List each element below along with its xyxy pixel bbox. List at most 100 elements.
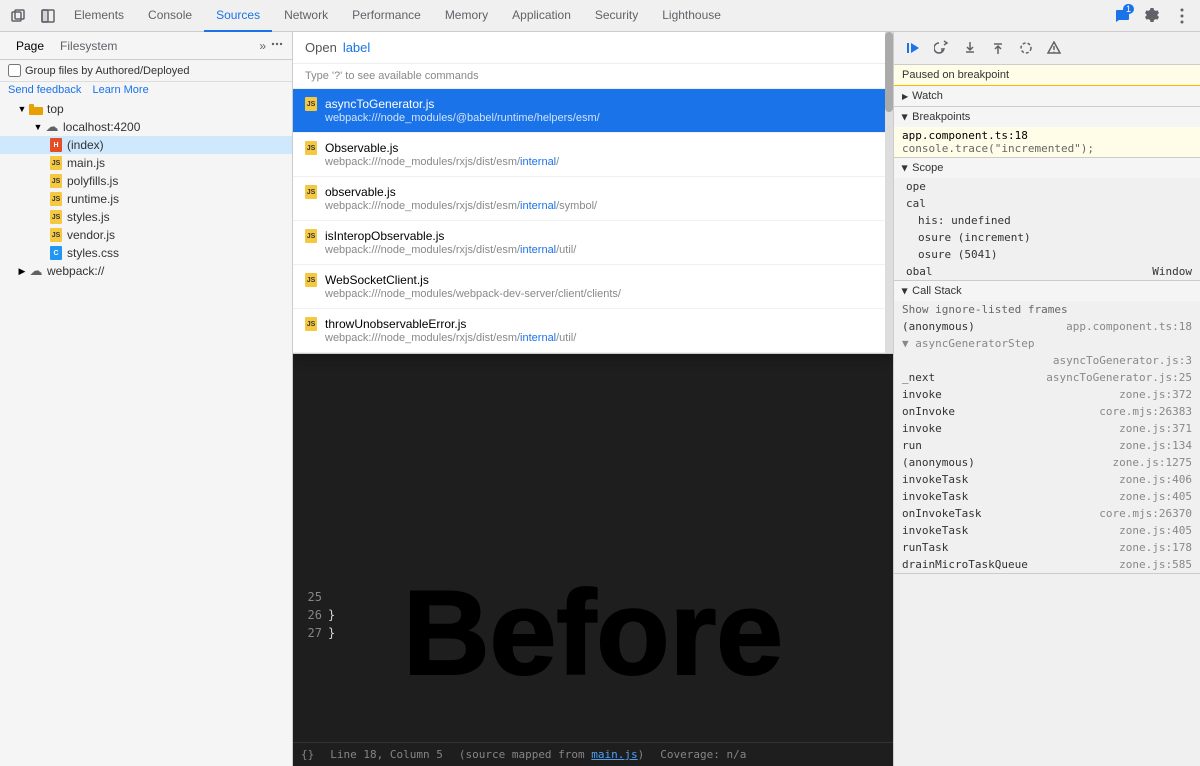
call-stack-item-3[interactable]: invoke zone.js:372 (894, 386, 1200, 403)
sidebar-more-icon[interactable] (270, 37, 284, 54)
result-item-observable-upper[interactable]: JS Observable.js webpack:///node_modules… (293, 133, 893, 177)
sub-toolbar: Page Filesystem » (0, 32, 292, 60)
breakpoints-header[interactable]: ▶ Breakpoints (894, 107, 1200, 127)
tree-label-main: main.js (67, 156, 105, 170)
show-ignored-frames[interactable]: Show ignore-listed frames (894, 301, 1200, 318)
call-stack-loc-0: app.component.ts:18 (1066, 320, 1192, 333)
tree-item-index[interactable]: H (index) (0, 136, 292, 154)
cursor-position: Line 18, Column 5 (330, 748, 443, 761)
tree-item-webpack[interactable]: ▶ ☁ webpack:// (0, 262, 292, 280)
breakpoint-item[interactable]: app.component.ts:18 console.trace("incre… (894, 127, 1200, 157)
tab-memory[interactable]: Memory (433, 0, 500, 32)
call-stack-item-5[interactable]: invoke zone.js:371 (894, 420, 1200, 437)
learn-more-link[interactable]: Learn More (92, 84, 148, 96)
toolbar-left-icons (4, 2, 62, 30)
tree-label-runtime: runtime.js (67, 192, 119, 206)
call-stack-item-6[interactable]: run zone.js:134 (894, 437, 1200, 454)
toolbar-right-icons: 1 (1108, 2, 1196, 30)
call-stack-item-1[interactable]: asyncToGenerator.js:3 (894, 352, 1200, 369)
result-item-isinterop[interactable]: JS isInteropObservable.js webpack:///nod… (293, 221, 893, 265)
call-stack-fn-4: onInvoke (902, 405, 955, 418)
tree-item-runtime[interactable]: JS runtime.js (0, 190, 292, 208)
call-stack-item-8[interactable]: invokeTask zone.js:406 (894, 471, 1200, 488)
tab-network[interactable]: Network (272, 0, 340, 32)
tree-item-vendor[interactable]: JS vendor.js (0, 226, 292, 244)
tree-label-webpack: webpack:// (47, 264, 104, 278)
step-over-button[interactable] (930, 36, 954, 60)
call-stack-fn-13: drainMicroTaskQueue (902, 558, 1028, 571)
result-filename-2: observable.js (325, 185, 396, 199)
deactivate-button[interactable] (1014, 36, 1038, 60)
result-item-async-to-generator[interactable]: JS asyncToGenerator.js webpack:///node_m… (293, 89, 893, 133)
tab-security[interactable]: Security (583, 0, 650, 32)
file-icon-styles-css: C (48, 246, 64, 260)
dock-icon[interactable] (34, 2, 62, 30)
more-tabs-icon[interactable]: » (259, 39, 266, 53)
call-stack-item-10[interactable]: onInvokeTask core.mjs:26370 (894, 505, 1200, 522)
tree-item-localhost[interactable]: ▼ ☁ localhost:4200 (0, 118, 292, 136)
call-stack-item-7[interactable]: (anonymous) zone.js:1275 (894, 454, 1200, 471)
chat-icon[interactable]: 1 (1108, 2, 1136, 30)
tree-item-styles-js[interactable]: JS styles.js (0, 208, 292, 226)
watch-header[interactable]: ▶ Watch (894, 86, 1200, 106)
step-into-button[interactable] (958, 36, 982, 60)
call-stack-item-async[interactable]: ▼ asyncGeneratorStep (894, 335, 1200, 352)
restore-icon[interactable] (4, 2, 32, 30)
chat-badge: 1 (1123, 4, 1134, 14)
scope-item-ope: ope (894, 178, 1200, 195)
result-path-0: webpack:///node_modules/@babel/runtime/h… (325, 112, 600, 124)
tree-item-top[interactable]: ▼ top (0, 100, 292, 118)
call-stack-item-9[interactable]: invokeTask zone.js:405 (894, 488, 1200, 505)
result-item-websocket[interactable]: JS WebSocketClient.js webpack:///node_mo… (293, 265, 893, 309)
watch-label: Watch (912, 90, 943, 102)
group-files-label[interactable]: Group files by Authored/Deployed (25, 65, 190, 77)
pause-on-exception-button[interactable] (1042, 36, 1066, 60)
tab-application[interactable]: Application (500, 0, 583, 32)
tree-label-vendor: vendor.js (67, 228, 115, 242)
tab-page[interactable]: Page (8, 32, 52, 60)
call-stack-section: ▶ Call Stack Show ignore-listed frames (… (894, 281, 1200, 574)
cursor-format-btn[interactable]: {} (301, 748, 314, 761)
expand-arrow-localhost: ▼ (32, 122, 44, 132)
call-stack-item-2[interactable]: _next asyncToGenerator.js:25 (894, 369, 1200, 386)
send-feedback-link[interactable]: Send feedback (8, 84, 81, 96)
call-stack-loc-2: asyncToGenerator.js:25 (1046, 371, 1192, 384)
resume-button[interactable] (902, 36, 926, 60)
call-stack-item-13[interactable]: drainMicroTaskQueue zone.js:585 (894, 556, 1200, 573)
result-item-throwunobservable[interactable]: JS throwUnobservableError.js webpack:///… (293, 309, 893, 353)
tab-performance[interactable]: Performance (340, 0, 433, 32)
more-icon[interactable] (1168, 2, 1196, 30)
tab-elements[interactable]: Elements (62, 0, 136, 32)
tab-console[interactable]: Console (136, 0, 204, 32)
tab-filesystem[interactable]: Filesystem (52, 32, 125, 60)
source-map-link[interactable]: main.js (591, 748, 637, 761)
result-icon-4: JS (305, 273, 319, 287)
result-filename-5: throwUnobservableError.js (325, 317, 466, 331)
dialog-scrollbar[interactable] (885, 32, 893, 353)
result-item-observable-lower[interactable]: JS observable.js webpack:///node_modules… (293, 177, 893, 221)
tab-sources[interactable]: Sources (204, 0, 272, 32)
group-files-checkbox[interactable] (8, 64, 21, 77)
tab-lighthouse[interactable]: Lighthouse (650, 0, 733, 32)
open-file-input[interactable] (343, 40, 519, 55)
sidebar: Page Filesystem » Group files by Authore… (0, 32, 293, 766)
tree-label-polyfills: polyfills.js (67, 174, 118, 188)
scope-content: ope cal his: undefined osure (increment)… (894, 178, 1200, 280)
call-stack-item-4[interactable]: onInvoke core.mjs:26383 (894, 403, 1200, 420)
tree-item-styles-css[interactable]: C styles.css (0, 244, 292, 262)
step-out-button[interactable] (986, 36, 1010, 60)
scope-obal-value: Window (1152, 265, 1192, 278)
settings-icon[interactable] (1138, 2, 1166, 30)
tree-item-main[interactable]: JS main.js (0, 154, 292, 172)
scope-header[interactable]: ▶ Scope (894, 158, 1200, 178)
tree-item-polyfills[interactable]: JS polyfills.js (0, 172, 292, 190)
source-map-info: (source mapped from main.js) (459, 748, 644, 761)
scope-obal-label: obal (906, 265, 933, 278)
call-stack-item-12[interactable]: runTask zone.js:178 (894, 539, 1200, 556)
call-stack-item-11[interactable]: invokeTask zone.js:405 (894, 522, 1200, 539)
call-stack-content: Show ignore-listed frames (anonymous) ap… (894, 301, 1200, 573)
dialog-scrollbar-thumb[interactable] (885, 32, 893, 112)
watch-arrow: ▶ (902, 92, 908, 101)
call-stack-header[interactable]: ▶ Call Stack (894, 281, 1200, 301)
call-stack-item-0[interactable]: (anonymous) app.component.ts:18 (894, 318, 1200, 335)
